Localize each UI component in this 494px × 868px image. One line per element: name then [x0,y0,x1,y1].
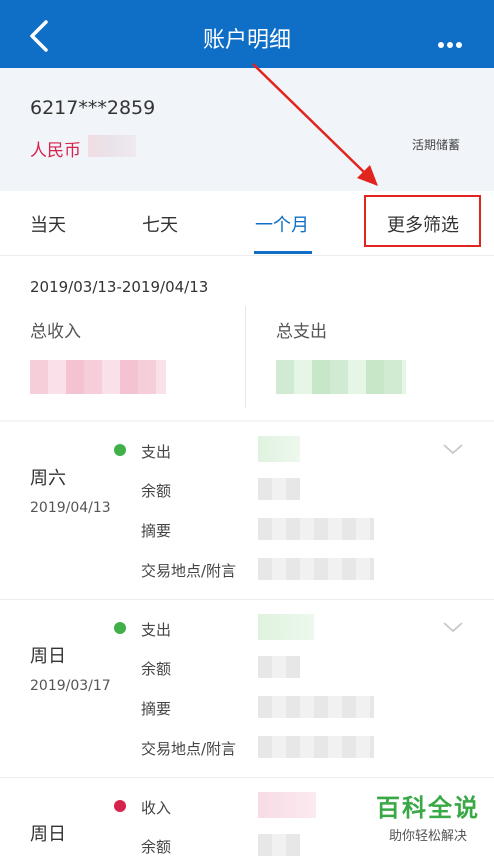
location-label: 交易地点/附言 [141,562,237,580]
account-number: 6217***2859 [30,97,156,119]
balance-label: 余额 [141,660,172,678]
chevron-left-icon [30,20,48,52]
memo-label: 摘要 [141,700,172,718]
memo-label: 摘要 [141,522,172,540]
balance-label: 余额 [141,482,172,500]
redacted-amount [258,614,314,640]
summary-divider [245,306,246,408]
redacted-location [258,736,374,758]
page-title: 账户明细 [202,28,291,53]
account-currency: 人民币 [30,141,81,161]
dot-icon [438,42,444,48]
transaction-weekday: 周日 [30,824,66,845]
redacted-location [258,558,374,580]
app-header: 账户明细 [0,0,494,68]
redacted-amount [258,792,316,818]
transaction-type: 支出 [141,443,172,461]
redacted-amount [258,436,300,462]
transaction-type: 支出 [141,621,172,639]
redacted-expense-amount [276,360,406,394]
transaction-date: 2019/03/17 [30,678,111,694]
tab-one-month[interactable]: 一个月 [255,211,309,237]
tab-today[interactable]: 当天 [30,211,66,237]
account-type: 活期储蓄 [411,138,460,152]
summary-panel: 2019/03/13-2019/04/13 总收入 总支出 [0,256,494,420]
redacted-income-amount [30,360,166,394]
transaction-item[interactable]: 周日 2019/03/17 支出 余额 摘要 交易地点/附言 [0,600,494,778]
dot-icon [447,42,453,48]
redacted-memo [258,518,374,540]
date-range-tabs: 当天 七天 一个月 更多筛选 [0,191,494,256]
more-options-button[interactable] [438,33,468,48]
redacted-balance [258,478,300,500]
redacted-balance [258,656,300,678]
back-button[interactable] [22,16,62,56]
redacted-memo [258,696,374,718]
watermark-logo: 百科全说 助你轻松解决 [370,788,486,844]
date-range-label: 2019/03/13-2019/04/13 [30,278,209,296]
redacted-balance [258,834,300,856]
redacted-balance [88,135,136,157]
dot-icon [456,42,462,48]
chevron-down-icon[interactable] [442,442,464,456]
tab-seven-days[interactable]: 七天 [142,211,178,237]
location-label: 交易地点/附言 [141,740,237,758]
watermark-title: 百科全说 [376,794,480,822]
transaction-item[interactable]: 周六 2019/04/13 支出 余额 摘要 交易地点/附言 [0,422,494,600]
transaction-weekday: 周日 [30,646,66,667]
watermark-subtitle: 助你轻松解决 [388,829,467,844]
transaction-date: 2019/04/13 [30,500,111,516]
expense-dot-icon [114,622,126,634]
expense-dot-icon [114,444,126,456]
transaction-weekday: 周六 [30,468,66,489]
account-card: 6217***2859 人民币 活期储蓄 [0,68,494,191]
chevron-down-icon[interactable] [442,620,464,634]
active-tab-indicator [254,251,312,254]
more-filter-button[interactable]: 更多筛选 [387,211,459,237]
transaction-type: 收入 [141,799,172,817]
total-income-label: 总收入 [30,322,81,342]
total-expense-label: 总支出 [276,322,327,342]
balance-label: 余额 [141,838,172,856]
income-dot-icon [114,800,126,812]
